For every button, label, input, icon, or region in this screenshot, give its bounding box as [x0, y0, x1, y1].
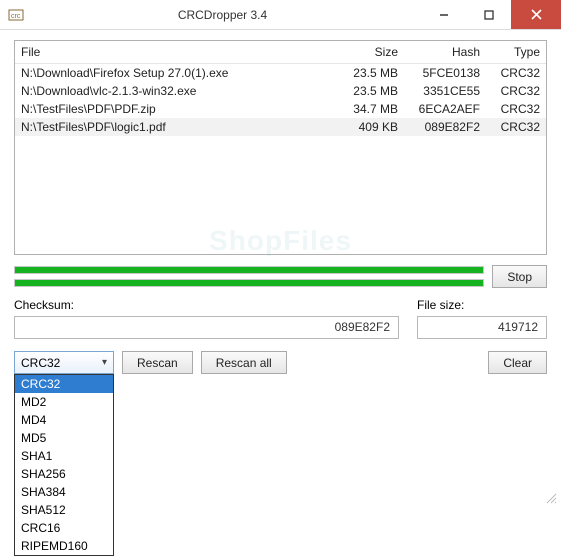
maximize-button[interactable]: [466, 0, 511, 29]
cell-size: 23.5 MB: [330, 66, 398, 80]
progress-bar-2: [14, 279, 484, 287]
filesize-value[interactable]: 419712: [417, 316, 547, 339]
cell-file: N:\TestFiles\PDF\PDF.zip: [21, 102, 330, 116]
rescan-button[interactable]: Rescan: [122, 351, 193, 374]
column-type[interactable]: Type: [480, 45, 540, 59]
crc-app-icon: crc: [8, 7, 24, 23]
algorithm-option[interactable]: SHA256: [15, 465, 113, 483]
chevron-down-icon: ▾: [102, 357, 107, 368]
cell-file: N:\TestFiles\PDF\logic1.pdf: [21, 120, 330, 134]
cell-type: CRC32: [480, 120, 540, 134]
cell-hash: 3351CE55: [398, 84, 480, 98]
algorithm-option[interactable]: SHA512: [15, 501, 113, 519]
file-list[interactable]: File Size Hash Type N:\Download\Firefox …: [14, 40, 547, 255]
cell-hash: 6ECA2AEF: [398, 102, 480, 116]
algorithm-option[interactable]: CRC16: [15, 519, 113, 537]
cell-type: CRC32: [480, 84, 540, 98]
column-file[interactable]: File: [21, 45, 330, 59]
algorithm-option[interactable]: MD5: [15, 429, 113, 447]
column-size[interactable]: Size: [330, 45, 398, 59]
cell-size: 409 KB: [330, 120, 398, 134]
table-row[interactable]: N:\Download\Firefox Setup 27.0(1).exe23.…: [15, 64, 546, 82]
column-hash[interactable]: Hash: [398, 45, 480, 59]
progress-bar-1: [14, 266, 484, 274]
stop-button[interactable]: Stop: [492, 265, 547, 288]
clear-button[interactable]: Clear: [488, 351, 547, 374]
titlebar: crc CRCDropper 3.4: [0, 0, 561, 30]
cell-size: 23.5 MB: [330, 84, 398, 98]
cell-hash: 089E82F2: [398, 120, 480, 134]
resize-grip[interactable]: [545, 492, 557, 504]
algorithm-option[interactable]: MD2: [15, 393, 113, 411]
algorithm-dropdown[interactable]: CRC32 ▾ CRC32MD2MD4MD5SHA1SHA256SHA384SH…: [14, 351, 114, 374]
algorithm-option[interactable]: SHA384: [15, 483, 113, 501]
file-list-header: File Size Hash Type: [15, 41, 546, 64]
window-controls: [421, 0, 561, 29]
rescan-all-button[interactable]: Rescan all: [201, 351, 287, 374]
algorithm-dropdown-list[interactable]: CRC32MD2MD4MD5SHA1SHA256SHA384SHA512CRC1…: [14, 374, 114, 556]
filesize-label: File size:: [417, 298, 547, 312]
algorithm-option[interactable]: MD4: [15, 411, 113, 429]
algorithm-select-box[interactable]: CRC32 ▾: [14, 351, 114, 374]
table-row[interactable]: N:\Download\vlc-2.1.3-win32.exe23.5 MB33…: [15, 82, 546, 100]
checksum-value[interactable]: 089E82F2: [14, 316, 399, 339]
svg-text:crc: crc: [11, 13, 21, 20]
algorithm-selected: CRC32: [21, 356, 102, 370]
cell-size: 34.7 MB: [330, 102, 398, 116]
algorithm-option[interactable]: CRC32: [15, 375, 113, 393]
algorithm-option[interactable]: RIPEMD160: [15, 537, 113, 555]
cell-type: CRC32: [480, 66, 540, 80]
algorithm-option[interactable]: SHA1: [15, 447, 113, 465]
cell-file: N:\Download\vlc-2.1.3-win32.exe: [21, 84, 330, 98]
cell-hash: 5FCE0138: [398, 66, 480, 80]
table-row[interactable]: N:\TestFiles\PDF\PDF.zip34.7 MB6ECA2AEFC…: [15, 100, 546, 118]
cell-file: N:\Download\Firefox Setup 27.0(1).exe: [21, 66, 330, 80]
cell-type: CRC32: [480, 102, 540, 116]
table-row[interactable]: N:\TestFiles\PDF\logic1.pdf409 KB089E82F…: [15, 118, 546, 136]
checksum-label: Checksum:: [14, 298, 417, 312]
window-title: CRCDropper 3.4: [24, 8, 421, 22]
minimize-button[interactable]: [421, 0, 466, 29]
close-button[interactable]: [511, 0, 561, 29]
